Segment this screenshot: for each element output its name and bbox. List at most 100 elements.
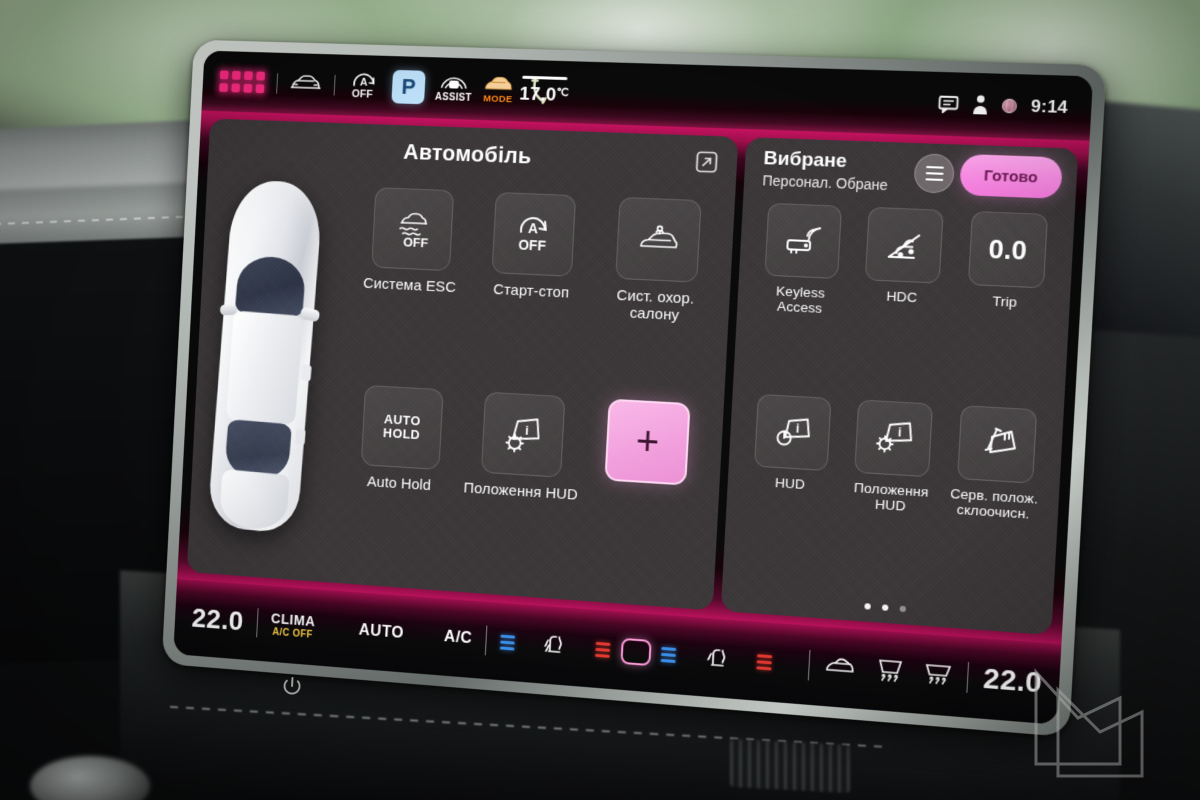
tile-label: Старт-стоп [492,281,570,302]
rear-window-defrost-icon[interactable] [824,655,856,680]
tile-start-stop[interactable]: A OFF Старт-стоп [468,185,596,389]
vehicle-tiles-grid: OFF Система ESC A OFF Старт-стоп Сист. о… [337,181,721,600]
trip-reading: 0.0 [987,232,1028,266]
page-title: Автомобіль [402,139,533,169]
tile-esc[interactable]: OFF Система ESC [347,181,472,383]
keyless-access-icon[interactable] [764,202,843,280]
tile-label: Серв. полож. склоочисн. [949,485,1039,522]
outside-temp-unit: ℃ [556,86,570,100]
page-dot-1[interactable] [863,603,871,610]
interior-monitoring-icon[interactable] [615,196,702,283]
page-dots[interactable] [721,593,1052,623]
tile-auto-hold[interactable]: AUTO HOLD Auto Hold [337,378,462,581]
auto-button[interactable]: AUTO [358,622,404,643]
svg-text:A: A [528,221,539,237]
plus-icon[interactable]: + [604,398,691,486]
seat-ventilation-left-icon[interactable] [540,630,571,662]
car-roof [225,310,304,425]
travel-assist-icon[interactable]: ASSIST [435,73,473,104]
power-button-icon[interactable] [280,675,303,698]
esc-off-icon[interactable]: OFF [371,187,454,272]
front-windshield-defrost-icon[interactable] [875,656,906,687]
tile-add-shortcut[interactable]: + [580,392,710,600]
tile-label: Положення HUD [463,479,579,504]
clima-button[interactable]: CLIMA A/C OFF [270,610,316,641]
tile-label: Положення HUD [853,479,929,514]
travel-assist-label: ASSIST [434,91,472,104]
seat-heating-right-bars[interactable] [756,653,773,670]
favorites-panel: Вибране Персонал. Обране Готово Keyless … [720,137,1079,636]
outside-temperature: 17.0℃ [518,75,570,107]
ac-button[interactable]: A/C [444,628,473,648]
tile-label: Система ESC [362,274,457,297]
hud-settings-icon[interactable]: i [854,399,934,478]
svg-text:OFF: OFF [351,88,373,101]
tile-hdc[interactable]: HDC [848,200,957,396]
svg-text:i: i [898,426,902,440]
page-dot-3[interactable] [899,605,906,613]
hud-icon[interactable]: i [754,393,832,472]
favorites-header: Вибране Персонал. Обране Готово [743,137,1078,207]
tile-wiper-service-position[interactable]: Серв. полож. склоочисн. [939,398,1049,597]
svg-text:OFF: OFF [403,234,429,250]
home-square-icon[interactable] [620,637,652,667]
car-front-icon[interactable] [289,73,322,95]
main-content: Автомобіль OFF Система ESC A OFF Старт-с… [177,110,1090,645]
auto-start-stop-off-icon[interactable]: A OFF [491,191,577,277]
windshield [234,254,307,318]
screenshot-scene: A OFF P ASSIST MODE 17.0℃ 9:14 Автомобіл… [0,0,1200,800]
vehicle-panel: Автомобіль OFF Система ESC A OFF Старт-с… [186,118,739,611]
m-logo-watermark [1030,660,1178,780]
app-grid-icon[interactable] [219,70,266,94]
done-button[interactable]: Готово [959,153,1063,199]
drive-mode-icon[interactable]: MODE [482,75,515,106]
message-icon[interactable] [938,95,960,114]
status-divider [276,72,279,94]
wiper-service-position-icon[interactable] [956,405,1037,484]
svg-text:i: i [525,423,529,438]
park-brake-badge[interactable]: P [391,69,426,105]
mirror-right [299,306,321,323]
tile-label: Trip [992,293,1018,310]
driver-temperature[interactable]: 22.0 [191,602,244,637]
ac-off-label: A/C OFF [272,626,313,641]
seat-ventilation-right-icon[interactable] [660,646,677,663]
plus-glyph: + [634,419,661,465]
status-indicator-bar [522,75,568,81]
seat-ventilation-icon[interactable] [499,634,516,651]
clock: 9:14 [1030,96,1069,118]
page-dot-2[interactable] [881,604,888,611]
tile-hud-position[interactable]: i Положення HUD [457,385,584,591]
outside-temp-value: 17.0 [518,83,558,106]
tile-interior-monitoring[interactable]: Сист. охор. салону [591,190,721,396]
air-vent [730,738,850,794]
climate-divider-1 [255,608,259,638]
hill-descent-control-icon[interactable] [865,206,945,284]
tile-trip[interactable]: 0.0 Trip [950,204,1060,401]
door-handle-rear [295,428,306,446]
infotainment-display[interactable]: A OFF P ASSIST MODE 17.0℃ 9:14 Автомобіл… [173,50,1094,725]
expand-window-icon[interactable] [694,150,719,175]
climate-divider-2 [484,625,488,656]
tile-keyless-access[interactable]: Keyless Access [747,196,854,390]
user-profile-icon[interactable] [972,95,989,116]
tile-label: Сист. охор. салону [616,286,695,324]
mirror-left [219,303,238,316]
tile-hud[interactable]: i HUD [737,387,844,582]
car-body [207,178,324,535]
car-top-view-render [203,169,335,549]
auto-start-stop-off-icon[interactable]: A OFF [347,70,383,101]
tile-hud-position-fav[interactable]: i Положення HUD [837,393,945,590]
tile-label: HDC [886,288,918,306]
seat-heating-right-icon[interactable] [702,642,734,674]
favorites-tiles-grid: Keyless Access HDC 0.0 Trip i HUD i Поло… [737,196,1060,597]
door-handle-front [301,364,312,382]
auto-hold-icon[interactable]: AUTO HOLD [360,384,444,471]
seat-heating-icon[interactable] [595,641,611,658]
drive-mode-label: MODE [483,93,513,106]
status-divider-2 [333,74,336,95]
defrost-max-icon[interactable] [923,661,954,690]
globe-icon[interactable] [1001,98,1018,114]
hud-settings-icon[interactable]: i [481,391,566,478]
trip-value[interactable]: 0.0 [967,210,1048,289]
